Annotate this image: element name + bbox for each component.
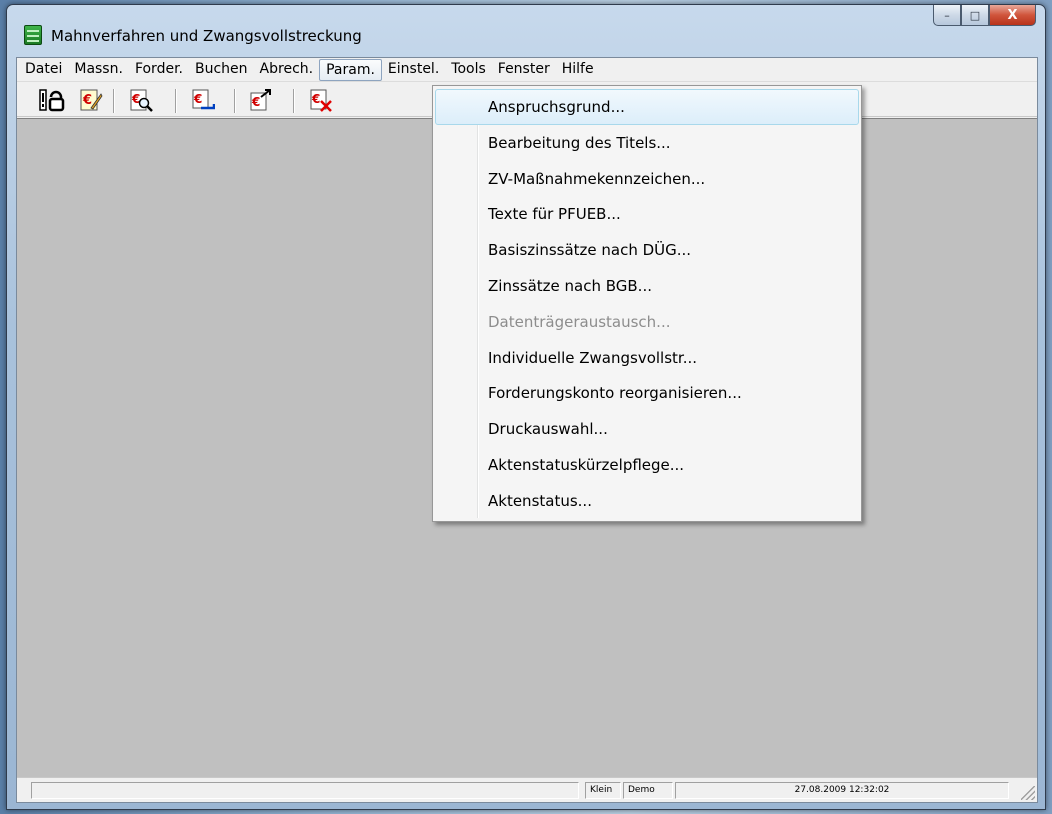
resize-grip[interactable] [1021, 786, 1035, 800]
menu-buchen[interactable]: Buchen [189, 59, 254, 81]
menu-einstel[interactable]: Einstel. [382, 59, 445, 81]
menu-item-druckauswahl[interactable]: Druckauswahl... [435, 411, 859, 447]
menu-forder[interactable]: Forder. [129, 59, 189, 81]
status-message-panel [31, 782, 579, 799]
menu-param[interactable]: Param. [319, 58, 382, 81]
maximize-button[interactable]: □ [961, 5, 989, 26]
menu-fenster[interactable]: Fenster [492, 59, 556, 81]
euro-list-icon[interactable]: € [191, 88, 215, 112]
status-bar: Klein Demo 27.08.2009 12:32:02 [17, 777, 1037, 802]
menu-bar: Datei Massn. Forder. Buchen Abrech. Para… [17, 58, 1037, 82]
menu-item-aktenstatuskuerzelpflege[interactable]: Aktenstatuskürzelpflege... [435, 447, 859, 483]
menu-item-individuelle-zv[interactable]: Individuelle Zwangsvollstr... [435, 340, 859, 376]
menu-item-forderungskonto-reorganisieren[interactable]: Forderungskonto reorganisieren... [435, 375, 859, 411]
title-bar[interactable]: Mahnverfahren und Zwangsvollstreckung – … [7, 5, 1045, 57]
status-datetime: 27.08.2009 12:32:02 [675, 782, 1009, 799]
svg-text:€: € [193, 92, 202, 106]
app-icon[interactable] [24, 25, 42, 45]
minimize-icon: – [944, 8, 950, 22]
menu-item-zinssaetze-bgb[interactable]: Zinssätze nach BGB... [435, 268, 859, 304]
menu-abrech[interactable]: Abrech. [254, 59, 320, 81]
menu-hilfe[interactable]: Hilfe [556, 59, 600, 81]
toolbar-separator [234, 89, 235, 113]
menu-massn[interactable]: Massn. [68, 59, 129, 81]
euro-export-icon[interactable]: € [249, 88, 273, 112]
status-mode: Demo [623, 782, 673, 799]
close-button[interactable]: X [989, 5, 1036, 26]
minimize-button[interactable]: – [933, 5, 961, 26]
euro-delete-icon[interactable]: € [309, 88, 333, 112]
svg-text:€: € [251, 95, 260, 109]
menu-tools[interactable]: Tools [445, 59, 492, 81]
toolbar-separator [113, 89, 114, 113]
menu-item-texte-pfueb[interactable]: Texte für PFUEB... [435, 196, 859, 232]
toolbar-separator [293, 89, 294, 113]
svg-text:€: € [82, 93, 92, 108]
status-user: Klein [585, 782, 621, 799]
menu-item-basiszinssaetze[interactable]: Basiszinssätze nach DÜG... [435, 232, 859, 268]
toolbar-separator [175, 89, 176, 113]
param-dropdown-menu: Anspruchsgrund... Bearbeitung des Titels… [432, 85, 862, 522]
window-controls: – □ X [933, 5, 1036, 27]
menu-item-aktenstatus[interactable]: Aktenstatus... [435, 483, 859, 519]
maximize-icon: □ [969, 8, 981, 22]
euro-edit-icon[interactable]: € [79, 88, 103, 112]
menu-item-zv-massnahmekennzeichen[interactable]: ZV-Maßnahmekennzeichen... [435, 161, 859, 197]
svg-text:€: € [311, 92, 320, 106]
euro-search-icon[interactable]: € [129, 88, 153, 112]
info-lock-icon[interactable] [37, 88, 77, 112]
menu-item-bearbeitung-titels[interactable]: Bearbeitung des Titels... [435, 125, 859, 161]
menu-item-anspruchsgrund[interactable]: Anspruchsgrund... [435, 89, 859, 125]
window-title: Mahnverfahren und Zwangsvollstreckung [51, 27, 362, 45]
menu-datei[interactable]: Datei [19, 59, 68, 81]
close-icon: X [1007, 7, 1018, 23]
menu-item-datentraegeraustausch: Datenträgeraustausch... [488, 312, 671, 331]
